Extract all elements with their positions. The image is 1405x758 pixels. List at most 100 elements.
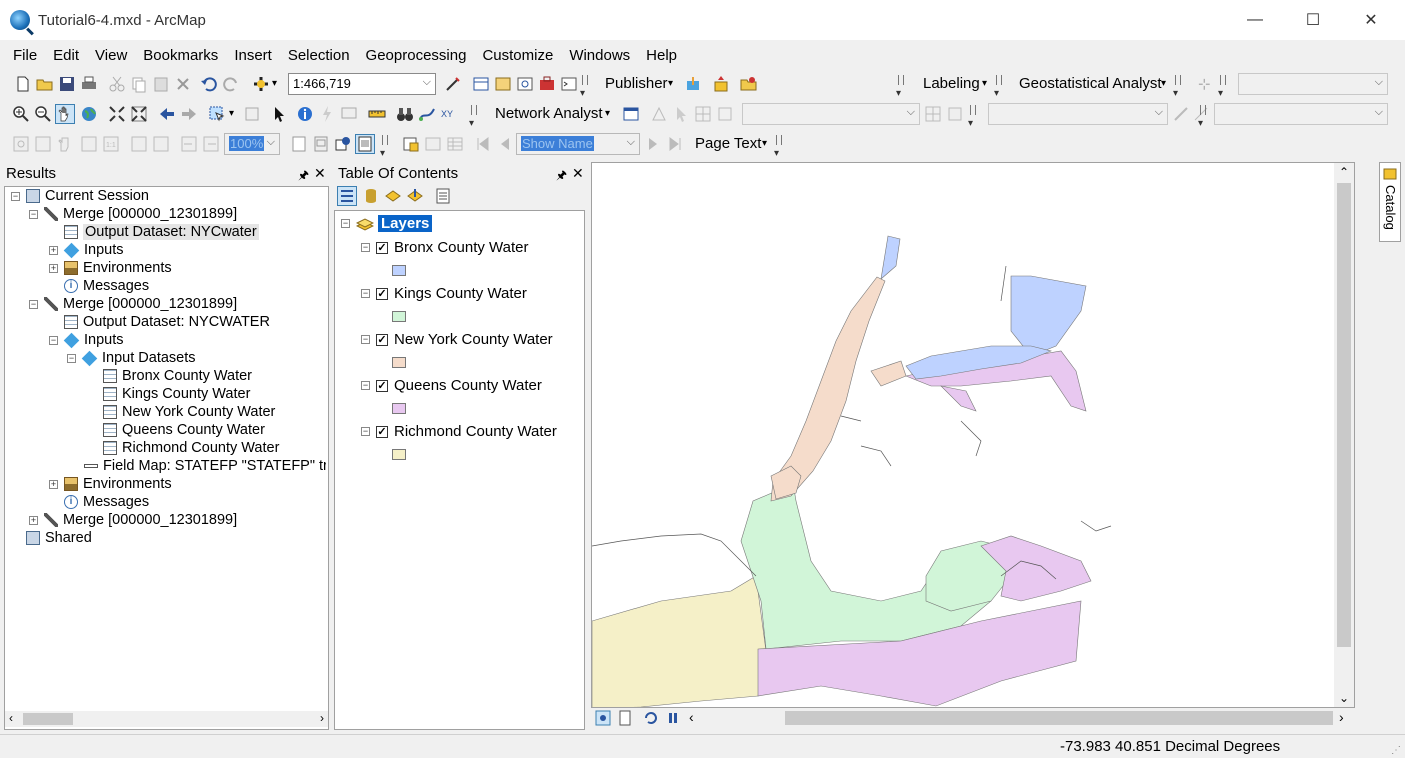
tree-node-merge-1[interactable]: − Merge [000000_12301899] — [29, 205, 237, 223]
collapse-icon[interactable]: − — [361, 289, 370, 298]
focus-data-frame-icon[interactable] — [312, 135, 330, 153]
toc-options-icon[interactable] — [434, 187, 452, 205]
list-by-visibility-icon[interactable] — [384, 187, 402, 205]
layout-pan-icon[interactable] — [56, 135, 74, 153]
georeferencing-layer-combo[interactable]: ⌵ — [988, 103, 1168, 125]
layer-properties-icon[interactable] — [946, 105, 964, 123]
hyperlink-icon[interactable] — [318, 105, 336, 123]
toggle-draft-mode-icon[interactable] — [290, 135, 308, 153]
expand-icon[interactable]: + — [49, 263, 58, 273]
layer-visibility-checkbox[interactable]: ✓ — [376, 333, 388, 346]
scroll-down-icon[interactable]: ⌄ — [1339, 691, 1349, 705]
clear-selection-icon[interactable] — [243, 105, 261, 123]
menu-selection[interactable]: Selection — [280, 47, 358, 64]
pan-hand-icon[interactable] — [55, 104, 75, 124]
map-horizontal-scroll-thumb[interactable] — [785, 711, 1333, 725]
ddp-table-icon[interactable] — [446, 135, 464, 153]
publish-to-arcgis-icon[interactable] — [712, 75, 730, 93]
select-dropdown-arrow[interactable]: ▾ — [229, 108, 234, 119]
layout-zoom-out-icon[interactable] — [34, 135, 52, 153]
toc-layer-queens[interactable]: − ✓ Queens County Water — [361, 377, 542, 394]
network-layer-combo[interactable]: ⌵ — [742, 103, 920, 125]
page-text-dropdown-arrow[interactable]: ▾ — [762, 138, 767, 149]
toolbar-grip[interactable] — [1198, 103, 1206, 129]
scroll-right-icon[interactable]: › — [320, 711, 324, 725]
menu-customize[interactable]: Customize — [474, 47, 561, 64]
maximize-button[interactable]: ☐ — [1284, 0, 1342, 40]
list-by-source-icon[interactable] — [362, 187, 380, 205]
collapse-icon[interactable]: − — [341, 219, 350, 228]
toolbar-grip[interactable] — [994, 73, 1002, 99]
select-features-icon[interactable] — [208, 105, 226, 123]
tree-node-messages-2[interactable]: i Messages — [64, 493, 149, 511]
delete-icon[interactable] — [174, 75, 192, 93]
toolbar-grip[interactable] — [469, 103, 477, 129]
menu-bookmarks[interactable]: Bookmarks — [135, 47, 226, 64]
network-dropdown-arrow[interactable]: ▾ — [605, 108, 610, 119]
refresh-icon[interactable] — [643, 710, 659, 726]
toolbar-grip[interactable] — [580, 73, 588, 99]
tree-node-environments-2[interactable]: + Environments — [49, 475, 172, 493]
minimize-button[interactable]: — — [1226, 0, 1284, 40]
zoom-whole-page-icon[interactable] — [80, 135, 98, 153]
editor-toolbar-icon[interactable] — [444, 75, 462, 93]
toc-layer-bronx[interactable]: − ✓ Bronx County Water — [361, 239, 529, 256]
results-horizontal-scrollbar[interactable]: ‹ › — [5, 711, 328, 727]
full-extent-globe-icon[interactable] — [80, 105, 98, 123]
tree-node-field-map[interactable]: Field Map: STATEFP "STATEFP" tru — [84, 457, 326, 475]
layout-view-icon[interactable] — [617, 710, 633, 726]
collapse-icon[interactable]: − — [29, 299, 38, 309]
list-by-selection-icon[interactable] — [406, 187, 424, 205]
geostat-layer-icon[interactable]: ⊹ — [1198, 75, 1211, 93]
fixed-zoom-in-layout-icon[interactable] — [130, 135, 148, 153]
map-scale-combo[interactable]: 1:466,719 ⌵ — [288, 73, 436, 95]
cut-icon[interactable] — [108, 75, 126, 93]
scroll-up-icon[interactable]: ⌃ — [1339, 165, 1349, 179]
zoom-out-icon[interactable] — [34, 105, 52, 123]
geostatistical-analyst-menu[interactable]: Geostatistical Analyst — [1019, 75, 1162, 92]
tree-node-inputs[interactable]: + Inputs — [49, 241, 124, 259]
toolbar-grip[interactable] — [896, 73, 904, 99]
layout-back-icon[interactable] — [180, 135, 198, 153]
tree-node-input-datasets[interactable]: − Input Datasets — [67, 349, 196, 367]
previous-page-icon[interactable] — [496, 135, 514, 153]
layout-forward-icon[interactable] — [202, 135, 220, 153]
go-back-extent-icon[interactable] — [158, 105, 176, 123]
georeference-tool-icon[interactable] — [1172, 105, 1190, 123]
list-by-drawing-order-icon[interactable] — [337, 186, 357, 206]
tree-node-messages[interactable]: i Messages — [64, 277, 149, 295]
fixed-zoom-out-layout-icon[interactable] — [152, 135, 170, 153]
toolbar-grip[interactable] — [968, 103, 976, 129]
menu-insert[interactable]: Insert — [226, 47, 280, 64]
new-document-icon[interactable] — [14, 75, 32, 93]
menu-file[interactable]: File — [0, 47, 45, 64]
layer-visibility-checkbox[interactable]: ✓ — [376, 425, 388, 438]
network-directions-icon[interactable] — [716, 105, 734, 123]
layout-zoom-in-icon[interactable] — [12, 135, 30, 153]
first-page-icon[interactable] — [474, 135, 492, 153]
toolbar-grip[interactable] — [774, 133, 782, 159]
tree-node-dataset[interactable]: Kings County Water — [103, 385, 250, 403]
add-data-dropdown-arrow[interactable]: ▾ — [272, 78, 277, 89]
layer-symbol-swatch[interactable] — [392, 357, 406, 368]
map-vertical-scrollbar[interactable]: ⌃ ⌄ — [1334, 163, 1354, 707]
page-text-menu[interactable]: Page Text — [695, 135, 761, 152]
add-data-icon[interactable] — [252, 75, 270, 93]
expand-icon[interactable]: + — [29, 515, 38, 525]
spatial-adjust-combo[interactable]: ⌵ — [1214, 103, 1388, 125]
tree-node-current-session[interactable]: − Current Session — [11, 187, 149, 205]
resize-grip-icon[interactable]: ⋰ — [1391, 745, 1401, 756]
tree-node-merge-2[interactable]: − Merge [000000_12301899] — [29, 295, 237, 313]
arctoolbox-icon[interactable] — [538, 75, 556, 93]
python-window-icon[interactable] — [560, 75, 578, 93]
scroll-right-icon[interactable]: › — [1339, 709, 1344, 725]
page-name-combo[interactable]: Show Name ⌵ — [516, 133, 640, 155]
data-driven-pages-icon[interactable] — [355, 134, 375, 154]
data-view-icon[interactable] — [595, 710, 611, 726]
next-page-icon[interactable] — [644, 135, 662, 153]
collapse-icon[interactable]: − — [361, 381, 370, 390]
scroll-left-icon[interactable]: ‹ — [9, 711, 13, 725]
toc-layer-new-york[interactable]: − ✓ New York County Water — [361, 331, 553, 348]
redo-icon[interactable] — [222, 75, 240, 93]
fixed-zoom-out-icon[interactable] — [130, 105, 148, 123]
